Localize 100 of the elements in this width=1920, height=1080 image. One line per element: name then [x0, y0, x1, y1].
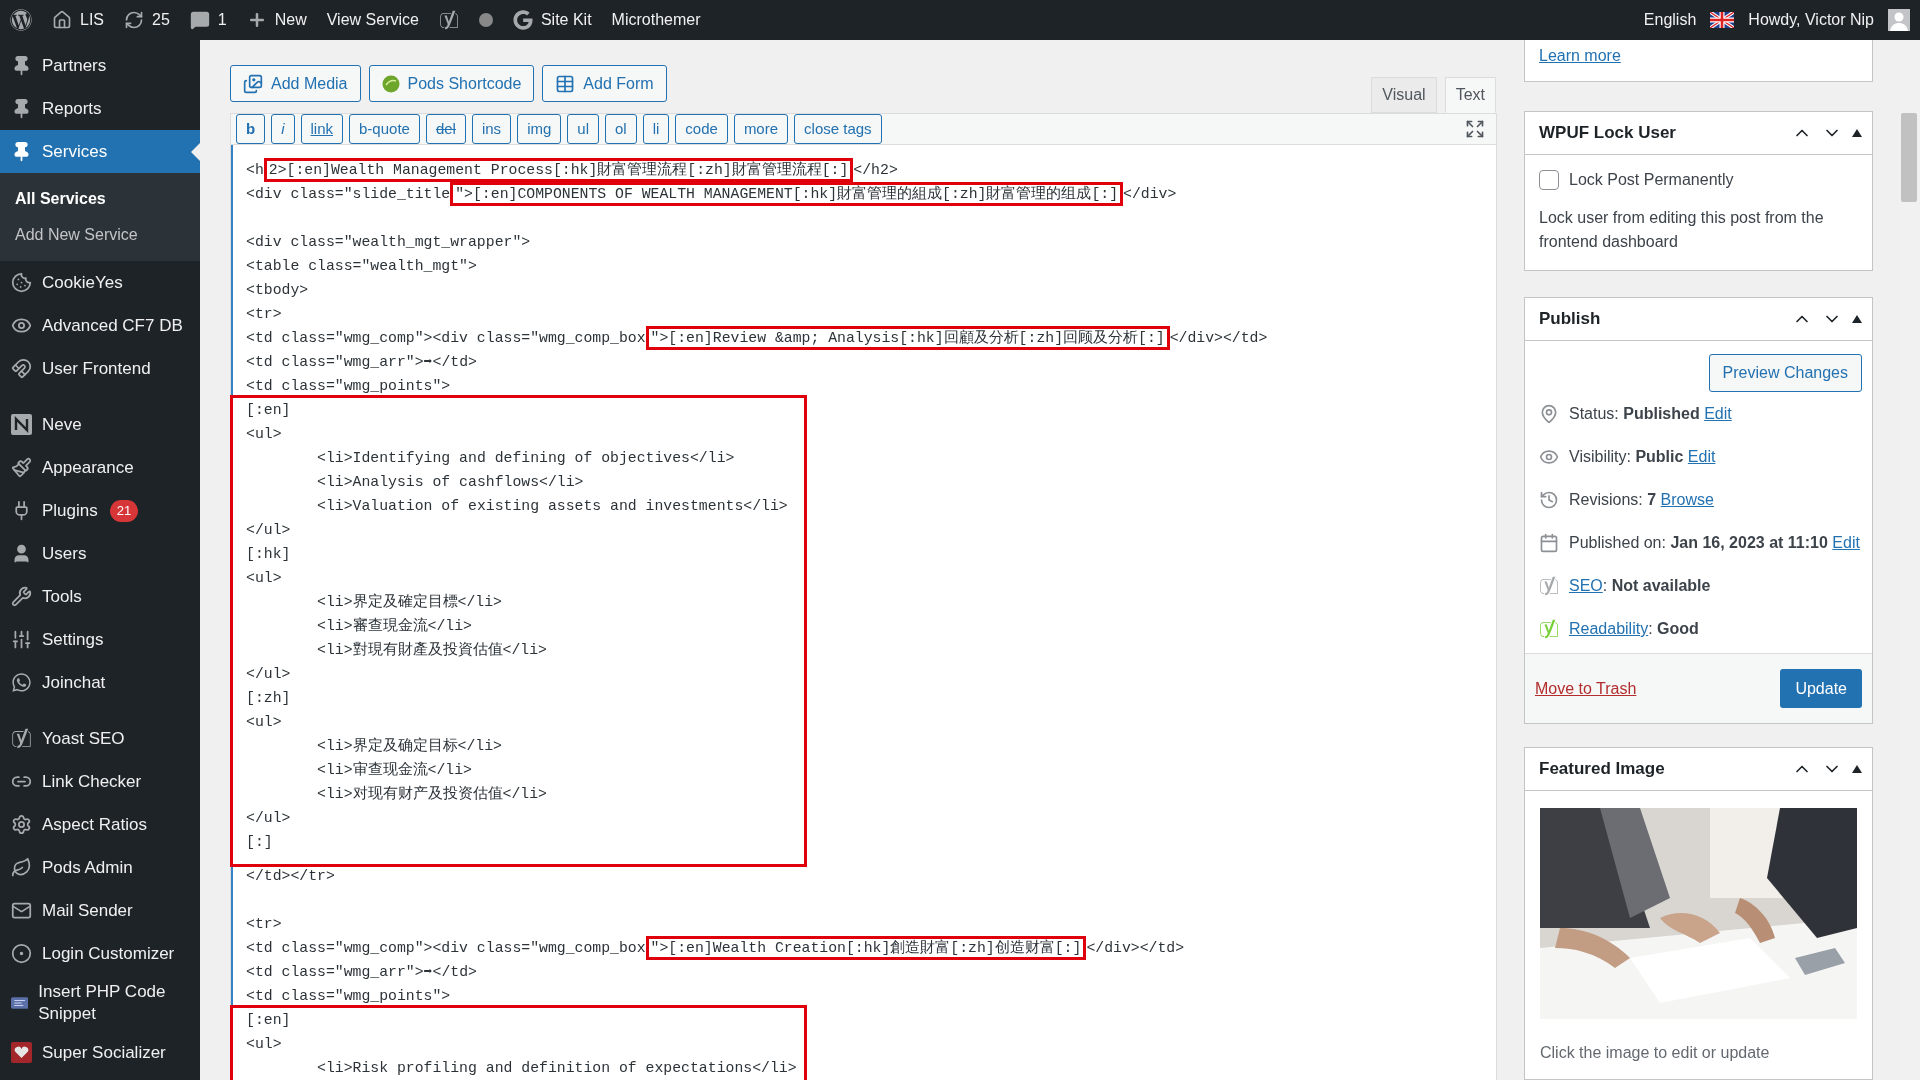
collapse-triangle-icon[interactable] — [1852, 129, 1862, 137]
wrench-icon — [11, 586, 32, 607]
quicktag-button[interactable]: ul — [567, 114, 599, 144]
code-line: <div class="wealth_mgt_wrapper"> — [246, 233, 531, 252]
quicktag-button[interactable]: del — [425, 114, 466, 144]
publish-info-link[interactable]: SEO — [1569, 577, 1603, 594]
sidebar-item[interactable]: Services — [0, 130, 200, 173]
sidebar-item[interactable]: Advanced CF7 DB — [0, 304, 200, 347]
learn-more-link[interactable]: Learn more — [1539, 47, 1621, 64]
sidebar-item[interactable]: Appearance — [0, 446, 200, 489]
paintbrush-icon — [11, 457, 32, 478]
image-hint-text: Click the image to edit or update — [1540, 1043, 1771, 1063]
magnet-icon — [11, 358, 32, 379]
sidebar-item[interactable]: Users — [0, 532, 200, 575]
quicktag-button[interactable]: li — [642, 114, 670, 144]
code-line: [:] — [246, 833, 273, 852]
checkbox[interactable] — [1539, 170, 1559, 190]
toolbar-link[interactable]: Microthemer — [611, 8, 701, 32]
chat-bubble-icon — [11, 672, 32, 693]
form-table-icon — [555, 73, 576, 94]
comment-icon — [189, 10, 210, 30]
submenu-item[interactable]: Add New Service — [0, 217, 200, 253]
quicktag-button[interactable]: b — [236, 114, 266, 144]
move-to-trash-link[interactable]: Move to Trash — [1535, 676, 1637, 701]
toolbar-item[interactable]: LIS — [52, 8, 104, 32]
round-logo-icon — [381, 74, 400, 93]
toolbar-item[interactable]: 25 — [124, 8, 170, 32]
code-line: <ul> — [246, 713, 282, 732]
sidebar-item[interactable]: Aspect Ratios — [0, 803, 200, 846]
publish-info-text: Published on: Jan 16, 2023 at 11:10 Edit — [1569, 533, 1860, 553]
quicktag-button[interactable]: ol — [605, 114, 637, 144]
code-line: <td class="wmg_points"> — [246, 987, 451, 1006]
pin-icon — [1539, 404, 1559, 424]
media-button[interactable]: Add Form — [542, 65, 667, 102]
sidebar-item[interactable]: Joinchat — [0, 661, 200, 704]
editor-tab[interactable]: Visual — [1371, 77, 1437, 113]
quicktag-button[interactable]: code — [675, 114, 728, 144]
publish-info-text: Revisions: 7 Browse — [1569, 490, 1714, 510]
media-button[interactable]: Add Media — [230, 65, 361, 102]
yoast-icon[interactable] — [438, 10, 459, 30]
publish-info-link[interactable]: Edit — [1704, 405, 1732, 422]
sidebar-item[interactable]: Login Customizer — [0, 932, 200, 975]
code-line: <td class="wmg_points"> — [246, 377, 451, 396]
quicktag-button[interactable]: i — [271, 114, 295, 144]
sidebar-item[interactable]: Link Checker — [0, 760, 200, 803]
quicktag-button[interactable]: more — [733, 114, 789, 144]
sidebar-item[interactable]: Mail Sender — [0, 889, 200, 932]
publish-info-link[interactable]: Browse — [1660, 491, 1714, 508]
scrollbar-thumb[interactable] — [1901, 113, 1917, 202]
publish-info-text: Visibility: Public Edit — [1569, 447, 1716, 467]
update-button[interactable]: Update — [1780, 669, 1862, 708]
toolbar-link[interactable]: View Service — [326, 8, 419, 32]
sidebar-item[interactable]: CookieYes — [0, 261, 200, 304]
sidebar-item[interactable]: Plugins 21 — [0, 489, 200, 532]
sidebar-item[interactable]: Neve — [0, 403, 200, 446]
toolbar-item[interactable]: 1 — [189, 8, 227, 32]
code-line: </ul> — [246, 665, 291, 684]
fullscreen-icon[interactable] — [1465, 119, 1485, 139]
toolbar-item[interactable]: New — [246, 8, 307, 32]
sidebar-item[interactable]: Partners — [0, 44, 200, 87]
code-text: <td class="wmg_comp"><div class="wmg_comp_box — [246, 330, 646, 346]
publish-info-link[interactable]: Edit — [1832, 534, 1860, 551]
wordpress-logo-icon[interactable] — [10, 9, 32, 31]
quicktag-button[interactable]: link — [300, 114, 344, 144]
sidebar-item[interactable]: Yoast SEO — [0, 717, 200, 760]
quicktag-button[interactable]: b-quote — [349, 114, 420, 144]
code-line: <li>審查現金流</li> — [316, 616, 472, 636]
publish-info-link[interactable]: Readability — [1569, 620, 1649, 637]
submenu-item[interactable]: All Services — [0, 181, 200, 217]
code-line: <li>對現有財產及投資估值</li> — [316, 640, 547, 660]
toolbar-item[interactable]: Site Kit — [512, 8, 592, 32]
sidebar-item[interactable]: Insert PHP Code Snippet — [0, 975, 200, 1031]
preview-changes-button[interactable]: Preview Changes — [1708, 354, 1862, 392]
code-line: <li>Risk profiling and definition of expectations</li> — [316, 1059, 797, 1078]
quicktag-button[interactable]: img — [517, 114, 562, 144]
box-title: WPUF Lock User — [1539, 122, 1676, 145]
sidebar-item[interactable]: Super Socializer — [0, 1031, 200, 1074]
checkbox-label: Lock Post Permanently — [1569, 170, 1734, 190]
collapse-triangle-icon[interactable] — [1852, 765, 1862, 773]
code-line: <li>对现有财产及投资估值</li> — [316, 784, 547, 804]
sidebar-item[interactable]: Pods Admin — [0, 846, 200, 889]
code-badge-icon — [11, 996, 29, 1010]
quicktag-button[interactable]: close tags — [794, 114, 882, 144]
publish-info-link[interactable]: Edit — [1687, 448, 1716, 465]
sidebar-item[interactable]: User Frontend — [0, 347, 200, 390]
square-logo-icon — [11, 414, 32, 435]
code-line: [:hk] — [246, 545, 291, 564]
editor-tab[interactable]: Text — [1444, 77, 1496, 113]
sidebar-item[interactable]: Reports — [0, 87, 200, 130]
sidebar-item[interactable]: Settings — [0, 618, 200, 661]
sidebar-item[interactable]: Tools — [0, 575, 200, 618]
media-button[interactable]: Pods Shortcode — [368, 65, 535, 102]
code-line: [:zh] — [246, 689, 291, 708]
code-text: </div> — [1123, 186, 1177, 202]
account-link[interactable]: Howdy, Victor Nip — [1748, 8, 1874, 32]
quicktag-button[interactable]: ins — [471, 114, 512, 144]
sliders-icon — [11, 629, 32, 650]
code-text: <td class="wmg_comp"><div class="wmg_comp_box — [246, 940, 646, 956]
language-link[interactable]: English — [1643, 8, 1697, 32]
collapse-triangle-icon[interactable] — [1852, 315, 1862, 323]
